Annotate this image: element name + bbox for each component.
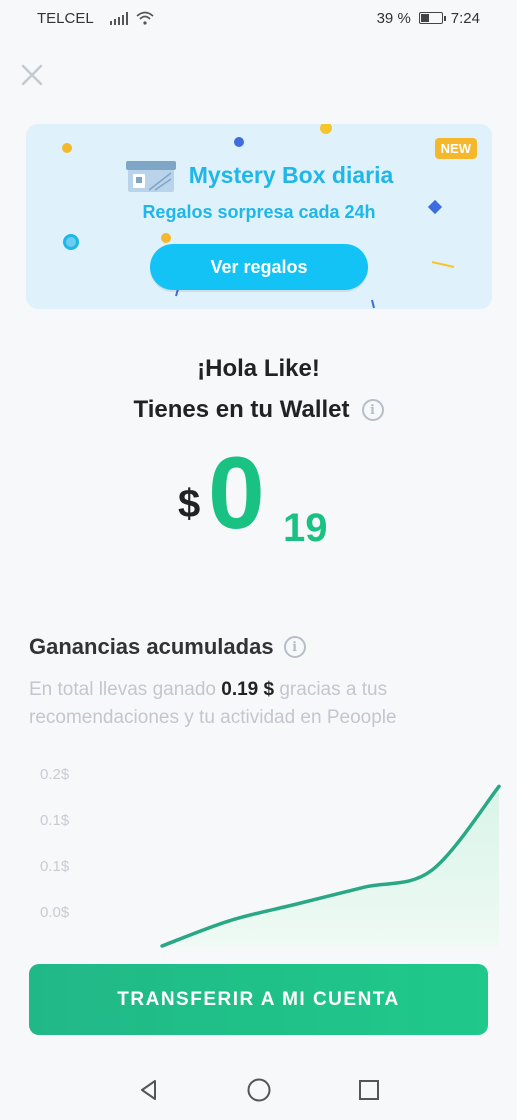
home-circle-icon [247,1078,270,1102]
balance-integer: 0 [208,436,265,550]
system-nav-bar [0,1060,517,1120]
status-left: TELCEL [37,10,154,27]
wallet-balance: $ 0 19 [0,442,517,558]
status-right: 39 % 7:24 [377,10,480,27]
y-tick-label: 0.2$ [40,766,70,783]
signal-icon [109,11,128,25]
home-button[interactable] [244,1075,274,1105]
battery-percent: 39 % [376,9,411,27]
banner-title: Mystery Box diaria [188,161,394,188]
mystery-box-banner[interactable]: NEW Mystery Box diaria Regalos sorpresa … [26,124,492,309]
balance-currency: $ [178,482,201,526]
battery-icon [418,12,446,24]
recents-square-icon [358,1080,379,1100]
y-tick-label: 0.0$ [40,904,70,921]
earnings-chart: 0.2$ 0.1$ 0.1$ 0.0$ [40,766,501,948]
y-tick-label: 0.1$ [40,858,70,875]
y-tick-label: 0.1$ [40,812,70,829]
recents-button[interactable] [354,1075,384,1105]
balance-decimals: 19 [283,506,328,550]
wallet-line: Tienes en tu Wallet i [0,396,517,424]
earnings-title: Ganancias acumuladas [29,634,274,659]
close-icon [21,64,43,86]
banner-title-row: Mystery Box diaria [26,157,492,193]
status-bar: TELCEL 39 % 7:24 [0,0,517,36]
back-triangle-icon [140,1080,156,1100]
wallet-label: Tienes en tu Wallet [133,396,350,423]
clock: 7:24 [450,9,480,27]
earnings-info-icon[interactable]: i [283,636,306,658]
earnings-description: En total llevas ganado 0.19 $ gracias a … [29,676,499,732]
wifi-icon [136,11,154,25]
back-button[interactable] [134,1075,164,1105]
carrier-label: TELCEL [37,9,94,27]
earnings-desc-before: En total llevas ganado [29,679,222,700]
earnings-amount: 0.19 $ [221,679,275,700]
banner-subtitle: Regalos sorpresa cada 24h [142,202,376,222]
earnings-title-row: Ganancias acumuladas i [29,634,306,660]
greeting: ¡Hola Like! [197,355,320,382]
close-button[interactable] [17,60,47,90]
info-icon[interactable]: i [361,399,384,421]
new-badge: NEW [434,138,477,159]
view-gifts-button[interactable]: Ver regalos [150,244,368,290]
chart-area-fill [162,786,499,946]
transfer-button[interactable]: TRANSFERIR A MI CUENTA [29,964,488,1035]
gift-box-icon [125,161,176,192]
